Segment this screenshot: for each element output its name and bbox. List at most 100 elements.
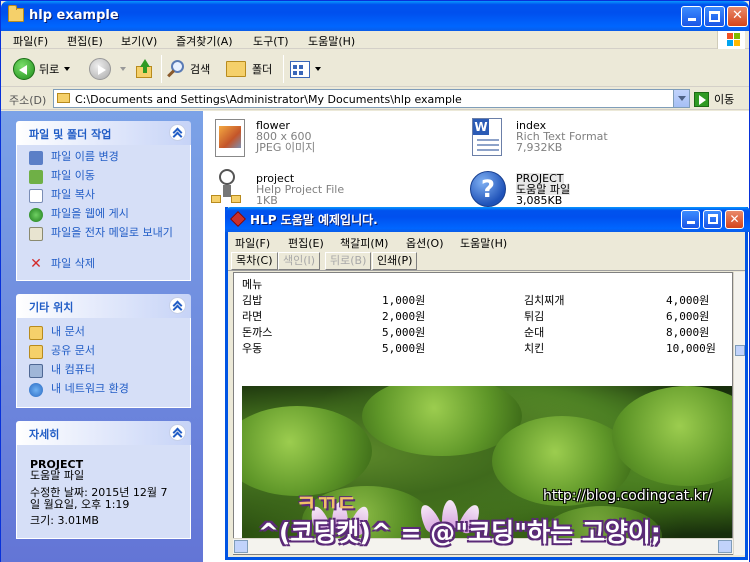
up-folder-button[interactable]: [135, 56, 155, 82]
minimize-button[interactable]: [681, 6, 702, 27]
task-move[interactable]: 파일 이동: [29, 170, 95, 184]
file-item[interactable]: W index Rich Text Format 7,932KB: [468, 116, 668, 164]
scroll-left-button[interactable]: [234, 540, 248, 553]
folders-icon: [226, 61, 246, 77]
table-cell: 4,000원: [666, 294, 710, 307]
maximize-button[interactable]: [704, 6, 725, 27]
file-item[interactable]: project Help Project File 1KB: [211, 169, 411, 211]
forward-button[interactable]: [89, 56, 126, 82]
table-cell: 김치찌개: [524, 294, 565, 307]
details-file-type: 도움말 파일: [30, 469, 85, 482]
address-label: 주소(D): [9, 94, 47, 107]
other-places-title: 기타 위치: [29, 301, 74, 314]
menu-help[interactable]: 도움말(H): [308, 33, 355, 49]
chevron-down-icon: [120, 67, 126, 71]
table-cell: 5,000원: [382, 342, 426, 355]
email-icon: [29, 227, 43, 241]
maximize-icon: [707, 214, 718, 224]
table-cell: 6,000원: [666, 310, 710, 323]
table-cell: 5,000원: [382, 326, 426, 339]
task-email[interactable]: 파일을 전자 메일로 보내기: [29, 227, 179, 241]
back-button[interactable]: 뒤로: [13, 56, 71, 82]
network-icon: [29, 383, 43, 397]
maximize-icon: [709, 11, 720, 22]
minimize-icon: [686, 221, 695, 224]
help-title-bar[interactable]: HLP 도움말 예제입니다. ✕: [225, 207, 750, 232]
file-tasks-header[interactable]: 파일 및 폴더 작업: [16, 121, 191, 145]
back-label: 뒤로: [39, 63, 60, 76]
task-pane: 파일 및 폴더 작업 파일 이름 변경 파일 이동 파일 복사 파일을 웹에 게…: [1, 111, 203, 562]
windows-logo-icon: [717, 31, 745, 49]
search-button[interactable]: 검색: [166, 56, 210, 82]
scroll-right-button[interactable]: [718, 540, 732, 553]
file-meta: 3,085KB: [516, 194, 563, 207]
word-document-icon: W: [472, 118, 502, 156]
chevron-down-icon: [315, 67, 321, 71]
table-cell: 김밥: [242, 294, 263, 307]
place-network[interactable]: 내 네트워크 환경: [29, 383, 129, 397]
table-cell: 치킨: [524, 342, 545, 355]
close-button[interactable]: ✕: [727, 6, 748, 27]
watermark-line: ^(코딩캣)^ = @"코딩"하는 고양이;: [258, 518, 661, 547]
back-arrow-icon: [13, 58, 35, 80]
help-maximize-button[interactable]: [703, 210, 722, 229]
chevron-down-icon: [64, 67, 71, 71]
details-title: 자세히: [29, 428, 60, 441]
menu-bar: 파일(F) 편집(E) 보기(V) 즐겨찾기(A) 도구(T) 도움말(H): [1, 31, 749, 49]
file-item-selected[interactable]: ? PROJECT 도움말 파일 3,085KB: [468, 169, 668, 211]
other-places-panel: 내 문서 공유 문서 내 컴퓨터 내 네트워크 환경: [16, 318, 191, 408]
place-my-computer[interactable]: 내 컴퓨터: [29, 364, 95, 378]
details-panel: PROJECT 도움말 파일 수정한 날짜: 2015년 12월 7 일 월요일…: [16, 445, 191, 539]
help-menu-bookmark[interactable]: 책갈피(M): [340, 235, 388, 251]
details-header[interactable]: 자세히: [16, 421, 191, 445]
collapse-chevron-icon[interactable]: [169, 124, 186, 141]
task-rename[interactable]: 파일 이름 변경: [29, 151, 119, 165]
menu-tools[interactable]: 도구(T): [253, 33, 289, 49]
help-menu-edit[interactable]: 편집(E): [288, 235, 324, 251]
move-icon: [29, 170, 43, 184]
go-button[interactable]: 이동: [694, 91, 734, 107]
menu-file[interactable]: 파일(F): [13, 33, 48, 49]
folders-button[interactable]: 폴더: [226, 56, 272, 82]
back-button: 뒤로(B): [325, 252, 372, 270]
task-delete[interactable]: ✕ 파일 삭제: [29, 257, 95, 272]
folder-icon: [8, 5, 24, 22]
watermark-url: http://blog.codingcat.kr/: [543, 488, 713, 504]
help-project-icon: [211, 169, 245, 209]
file-meta: 7,932KB: [516, 141, 563, 154]
address-dropdown-button[interactable]: [673, 90, 689, 107]
contents-button[interactable]: 목차(C): [231, 252, 278, 270]
help-minimize-button[interactable]: [681, 210, 700, 229]
help-window-title: HLP 도움말 예제입니다.: [250, 213, 378, 227]
menu-heading: 메뉴: [242, 278, 263, 291]
title-bar[interactable]: hlp example ✕: [1, 1, 749, 31]
views-icon: [290, 60, 310, 78]
other-places-header[interactable]: 기타 위치: [16, 294, 191, 318]
place-shared-documents[interactable]: 공유 문서: [29, 345, 95, 359]
search-label: 검색: [190, 63, 211, 76]
print-button[interactable]: 인쇄(P): [372, 252, 418, 270]
address-input[interactable]: C:\Documents and Settings\Administrator\…: [53, 89, 690, 108]
collapse-chevron-icon[interactable]: [169, 297, 186, 314]
help-file-icon: ?: [470, 171, 506, 207]
task-publish-web[interactable]: 파일을 웹에 게시: [29, 208, 129, 222]
table-cell: 1,000원: [382, 294, 426, 307]
file-item[interactable]: flower 800 x 600 JPEG 이미지: [211, 116, 411, 164]
help-menu-help[interactable]: 도움말(H): [460, 235, 507, 251]
menu-edit[interactable]: 편집(E): [67, 33, 103, 49]
task-label: 파일 삭제: [51, 257, 95, 270]
menu-favorites[interactable]: 즐겨찾기(A): [176, 33, 233, 49]
views-button[interactable]: [290, 56, 321, 82]
collapse-chevron-icon[interactable]: [169, 424, 186, 441]
toolbar-separator: [283, 55, 284, 83]
help-close-button[interactable]: ✕: [725, 210, 744, 229]
globe-icon: [29, 208, 43, 222]
vertical-scrollbar[interactable]: [733, 272, 745, 555]
my-documents-icon: [29, 326, 43, 340]
menu-view[interactable]: 보기(V): [121, 33, 157, 49]
task-copy[interactable]: 파일 복사: [29, 189, 95, 203]
help-menu-options[interactable]: 옵션(O): [406, 235, 443, 251]
help-menu-file[interactable]: 파일(F): [235, 235, 270, 251]
scroll-thumb[interactable]: [735, 345, 745, 356]
place-my-documents[interactable]: 내 문서: [29, 326, 85, 340]
